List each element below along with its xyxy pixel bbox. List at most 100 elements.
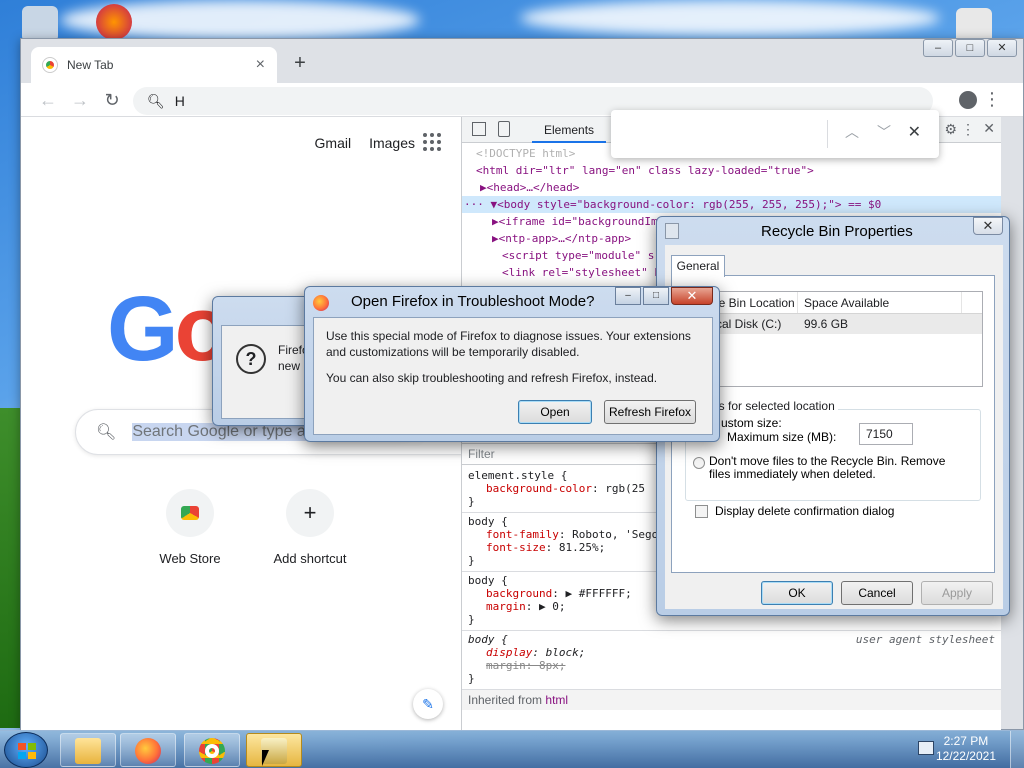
show-desktop-button[interactable] [1010, 731, 1024, 768]
back-arrow-icon[interactable]: ← [37, 89, 59, 111]
dom-node[interactable]: ▶<head>…</head> [462, 179, 1001, 196]
find-next-icon[interactable]: ﹀ [877, 122, 891, 142]
taskbar-explorer[interactable] [60, 733, 116, 767]
shortcut-label: Web Store [159, 551, 221, 566]
windows-logo-icon [18, 743, 36, 759]
display-confirm-checkbox[interactable] [695, 505, 708, 518]
taskbar-recycle-bin[interactable] [246, 733, 302, 767]
list-item[interactable]: cal Disk (C:) 99.6 GB [710, 314, 982, 334]
tab-general[interactable]: General [671, 255, 725, 277]
dialog-body: Use this special mode of Firefox to diag… [313, 317, 713, 435]
dont-move-label: Don't move files to the Recycle Bin. Rem… [709, 454, 946, 481]
mouse-cursor [262, 750, 269, 766]
find-bar: ︿ ﹀ ✕ [611, 110, 939, 158]
profile-icon[interactable] [959, 91, 977, 109]
web-store-icon [166, 489, 214, 537]
rule-selector: body {user agent stylesheet [468, 633, 995, 646]
refresh-firefox-button[interactable]: Refresh Firefox [604, 400, 696, 424]
folder-icon [75, 738, 101, 764]
recycle-bin-icon [665, 223, 679, 239]
inherited-from-row: Inherited from html [462, 690, 1001, 710]
minimize-button[interactable]: – [923, 39, 953, 57]
column-header[interactable]: le Bin Location [710, 292, 798, 313]
close-icon[interactable]: ✕ [671, 287, 713, 305]
apply-button[interactable]: Apply [921, 581, 993, 605]
maximize-button[interactable]: □ [643, 287, 669, 305]
reload-icon[interactable]: ↻ [101, 89, 123, 111]
css-property-overridden[interactable]: margin: 8px; [468, 659, 995, 672]
find-close-icon[interactable]: ✕ [908, 122, 921, 142]
display-confirm-label: Display delete confirmation dialog [715, 504, 895, 518]
minimize-button[interactable]: – [615, 287, 641, 305]
customize-pencil-icon[interactable]: ✎ [413, 689, 443, 719]
inspect-element-icon[interactable] [472, 122, 486, 136]
firefox-troubleshoot-dialog: Open Firefox in Troubleshoot Mode? – □ ✕… [304, 286, 720, 442]
more-options-icon[interactable]: ⋮ [961, 121, 975, 138]
top-links: Gmail Images [315, 135, 415, 151]
max-size-input[interactable]: 7150 [859, 423, 913, 445]
search-icon: 🔍︎ [96, 424, 117, 441]
group-title: gs for selected location [709, 399, 838, 413]
dom-node[interactable]: <html dir="ltr" lang="en" class lazy-loa… [462, 162, 1001, 179]
rule-origin: user agent stylesheet [855, 633, 995, 646]
address-input[interactable]: H [175, 93, 185, 109]
firefox-icon [313, 295, 329, 311]
open-button[interactable]: Open [518, 400, 592, 424]
custom-size-label[interactable]: ustom size: [721, 417, 782, 430]
cancel-button[interactable]: Cancel [841, 581, 913, 605]
dont-move-radio[interactable] [693, 457, 705, 469]
system-tray: 2:27 PM 12/22/2021 [914, 731, 1024, 768]
tab-close-icon[interactable]: × [256, 56, 265, 74]
gear-icon[interactable]: ⚙ [944, 121, 957, 138]
close-icon[interactable]: ✕ [983, 120, 995, 137]
taskbar-chrome[interactable] [184, 733, 240, 767]
google-logo: Go [107, 278, 231, 380]
question-icon: ? [236, 344, 266, 374]
dialog-title: Recycle Bin Properties [761, 223, 913, 240]
recycle-bin-desktop-icon[interactable] [22, 6, 58, 42]
tab-new-tab[interactable]: New Tab × [31, 47, 277, 83]
maximize-button[interactable]: □ [955, 39, 985, 57]
start-button[interactable] [4, 732, 48, 768]
chrome-titlebar: New Tab × + – □ ✕ [21, 39, 1023, 83]
chrome-icon [199, 738, 225, 764]
images-link[interactable]: Images [369, 135, 415, 151]
window-controls: – □ ✕ [923, 39, 1017, 57]
shortcuts: Web Store + Add shortcut [149, 489, 351, 566]
firefox-desktop-icon[interactable] [96, 4, 132, 40]
close-window-button[interactable]: ✕ [987, 39, 1017, 57]
shortcut-label: Add shortcut [273, 551, 347, 566]
forward-arrow-icon[interactable]: → [69, 89, 91, 111]
clock-time: 2:27 PM [943, 734, 989, 748]
shortcut-add[interactable]: + Add shortcut [269, 489, 351, 566]
close-icon[interactable]: ✕ [973, 217, 1003, 235]
location-list[interactable]: le Bin Location Space Available cal Disk… [709, 291, 983, 387]
ok-button[interactable]: OK [761, 581, 833, 605]
dom-node-selected[interactable]: ··· ▼<body style="background-color: rgb(… [462, 196, 1001, 213]
network-icon[interactable] [918, 741, 934, 755]
shortcut-web-store[interactable]: Web Store [149, 489, 231, 566]
taskbar-firefox[interactable] [120, 733, 176, 767]
column-header[interactable]: Space Available [798, 292, 962, 313]
list-header: le Bin Location Space Available [710, 292, 982, 314]
gmail-link[interactable]: Gmail [315, 135, 352, 151]
find-divider [827, 120, 828, 148]
tab-title: New Tab [67, 58, 114, 72]
dialog-text: Firefo new [278, 343, 304, 373]
new-tab-button[interactable]: + [287, 51, 313, 77]
dialog-secondary-message: You can also skip troubleshooting and re… [326, 371, 658, 385]
css-property[interactable]: display: block; [468, 646, 995, 659]
chrome-menu-icon[interactable]: ⋮ [983, 89, 1001, 110]
cloud [520, 0, 940, 36]
apps-grid-icon[interactable] [423, 133, 441, 151]
clock[interactable]: 2:27 PM 12/22/2021 [936, 734, 996, 764]
firefox-icon [135, 738, 161, 764]
find-previous-icon[interactable]: ︿ [845, 122, 859, 142]
taskbar: 2:27 PM 12/22/2021 [0, 730, 1024, 768]
device-toolbar-icon[interactable] [498, 121, 510, 137]
search-icon: 🔍︎ [147, 92, 165, 109]
add-icon: + [286, 489, 334, 537]
tab-elements[interactable]: Elements [532, 117, 607, 143]
clock-date: 12/22/2021 [935, 749, 996, 763]
css-rule: body {user agent stylesheet display: blo… [462, 631, 1001, 690]
